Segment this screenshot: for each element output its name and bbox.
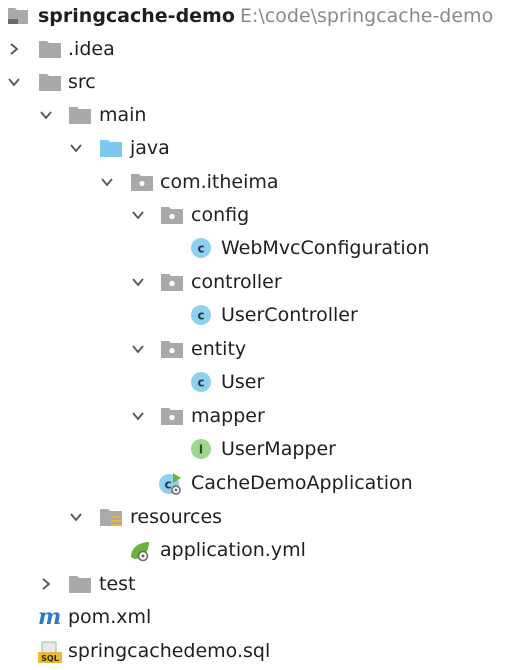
chevron-down-icon[interactable] <box>99 174 115 190</box>
tree-item-main[interactable]: main <box>0 99 507 131</box>
tree-item-pom-xml[interactable]: m pom.xml <box>0 601 507 633</box>
tree-item-label: controller <box>191 271 282 293</box>
class-icon: c <box>189 237 213 259</box>
tree-item-label: springcachedemo.sql <box>68 640 271 662</box>
tree-item-label: WebMvcConfiguration <box>221 237 430 259</box>
tree-item-controller[interactable]: controller <box>0 266 507 298</box>
chevron-down-icon[interactable] <box>68 509 84 525</box>
svg-text:c: c <box>197 242 204 256</box>
package-icon <box>160 405 184 427</box>
tree-item-src[interactable]: src <box>0 66 507 98</box>
tree-item-cachedemoapplication[interactable]: c CacheDemoApplication <box>0 467 507 499</box>
tree-item-label: com.itheima <box>160 171 279 193</box>
tree-root-springcache-demo[interactable]: springcache-demo E:\code\springcache-dem… <box>0 0 507 32</box>
spring-boot-class-icon: c <box>158 472 182 495</box>
package-icon <box>160 271 184 293</box>
tree-item-label: java <box>130 137 170 159</box>
tree-item-usercontroller[interactable]: c UserController <box>0 299 507 331</box>
chevron-right-icon[interactable] <box>38 576 54 592</box>
tree-item-webmvcconfiguration[interactable]: c WebMvcConfiguration <box>0 232 507 264</box>
chevron-down-icon[interactable] <box>6 74 22 90</box>
tree-item-label: entity <box>191 338 247 360</box>
tree-item-label: config <box>191 204 250 226</box>
resources-folder-icon <box>99 506 123 528</box>
project-tree: springcache-demo E:\code\springcache-dem… <box>0 0 507 670</box>
package-icon <box>130 171 154 193</box>
tree-item-label: resources <box>130 506 223 528</box>
tree-item-label: mapper <box>191 405 265 427</box>
project-folder-icon <box>6 4 30 26</box>
folder-icon <box>38 38 62 60</box>
class-icon: c <box>189 371 213 393</box>
package-icon <box>160 204 184 226</box>
tree-item-test[interactable]: test <box>0 568 507 600</box>
chevron-down-icon[interactable] <box>130 408 146 424</box>
tree-item-resources[interactable]: resources <box>0 501 507 533</box>
tree-item-java[interactable]: java <box>0 132 507 164</box>
sql-file-icon: SQL <box>37 640 62 663</box>
tree-item-label: CacheDemoApplication <box>191 472 413 494</box>
svg-text:c: c <box>164 478 171 492</box>
chevron-down-icon[interactable] <box>68 140 84 156</box>
svg-text:I: I <box>199 443 203 457</box>
tree-item-usermapper[interactable]: I UserMapper <box>0 433 507 465</box>
interface-icon: I <box>189 438 213 460</box>
tree-item-application-yml[interactable]: application.yml <box>0 534 507 566</box>
tree-item-springcachedemo-sql[interactable]: SQL springcachedemo.sql <box>0 635 507 667</box>
class-icon: c <box>189 304 213 326</box>
chevron-down-icon[interactable] <box>130 274 146 290</box>
tree-item-label: main <box>99 104 147 126</box>
chevron-right-icon[interactable] <box>6 41 22 57</box>
chevron-down-icon[interactable] <box>130 207 146 223</box>
tree-item-entity[interactable]: entity <box>0 333 507 365</box>
tree-item-label: src <box>68 71 96 93</box>
tree-item-mapper[interactable]: mapper <box>0 400 507 432</box>
tree-item-label: pom.xml <box>68 606 152 628</box>
tree-item-label: application.yml <box>160 539 306 561</box>
maven-icon: m <box>37 606 61 628</box>
folder-icon <box>68 104 92 126</box>
spring-yml-icon <box>128 539 152 562</box>
tree-item-config[interactable]: config <box>0 199 507 231</box>
folder-icon <box>38 71 62 93</box>
project-path: E:\code\springcache-demo <box>240 5 494 27</box>
folder-icon <box>68 573 92 595</box>
svg-text:m: m <box>38 606 61 628</box>
package-icon <box>160 338 184 360</box>
project-name: springcache-demo <box>38 5 235 27</box>
tree-item-label: UserMapper <box>221 438 336 460</box>
tree-item-label: .idea <box>68 38 115 60</box>
tree-item-label: UserController <box>221 304 358 326</box>
chevron-down-icon[interactable] <box>130 341 146 357</box>
tree-item-user[interactable]: c User <box>0 366 507 398</box>
tree-item-idea[interactable]: .idea <box>0 33 507 65</box>
svg-text:c: c <box>197 309 204 323</box>
tree-item-label: User <box>221 371 265 393</box>
chevron-down-icon[interactable] <box>38 107 54 123</box>
tree-item-com-itheima[interactable]: com.itheima <box>0 166 507 198</box>
tree-item-label: test <box>99 573 136 595</box>
svg-text:c: c <box>197 376 204 390</box>
source-folder-icon <box>99 137 123 159</box>
svg-text:SQL: SQL <box>41 654 59 663</box>
